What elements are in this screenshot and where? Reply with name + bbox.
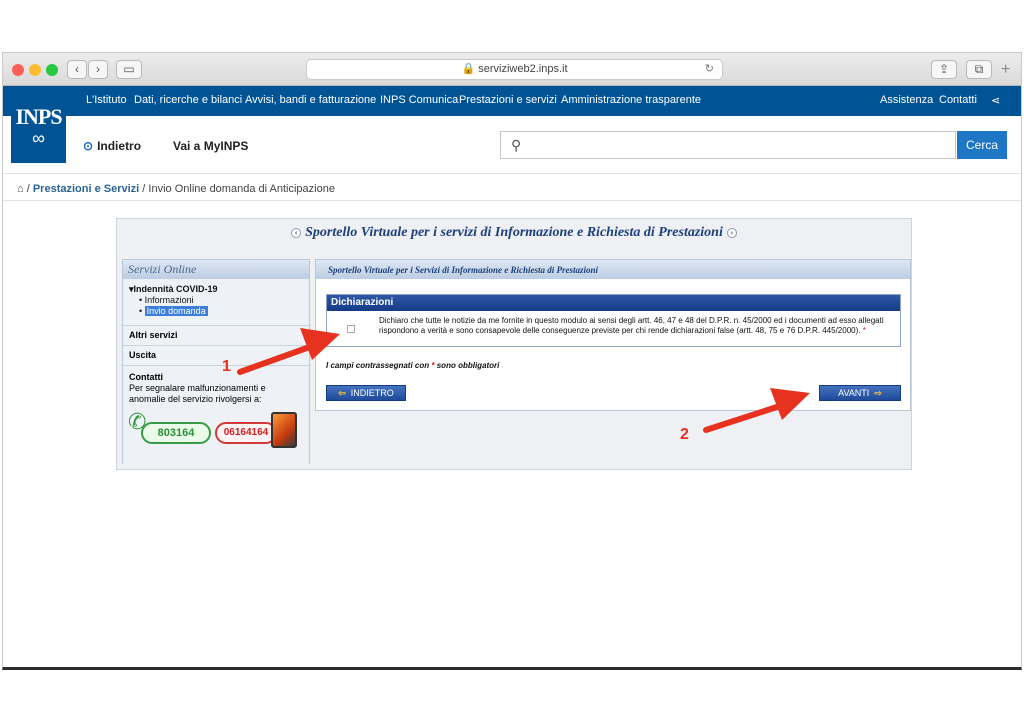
annotation-arrow-1 <box>237 328 340 375</box>
annotation-arrow-2 <box>703 388 810 433</box>
annotation-overlay <box>237 328 810 433</box>
annotation-label-1: 1 <box>222 358 231 375</box>
annotation-label-2: 2 <box>680 426 689 443</box>
